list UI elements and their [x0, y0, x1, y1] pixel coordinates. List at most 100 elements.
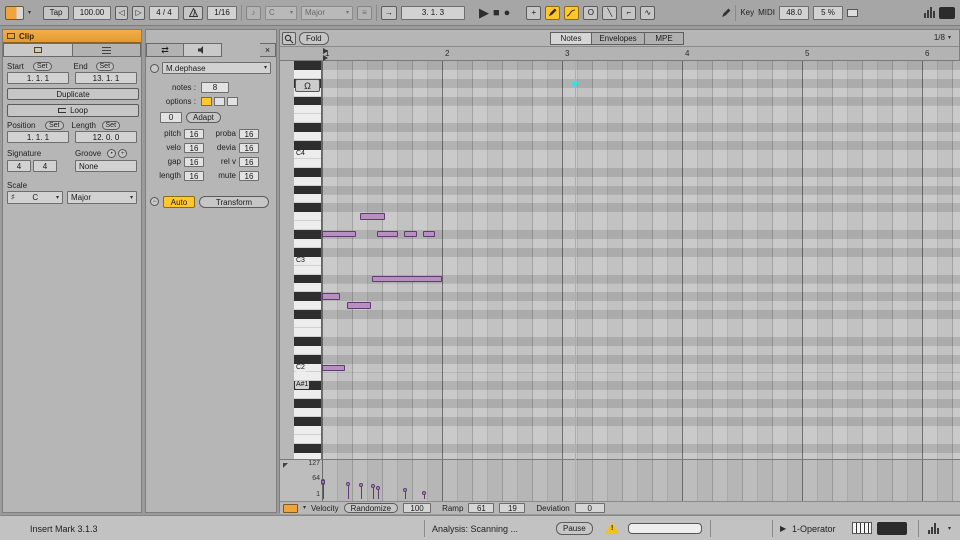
- piano-key-white[interactable]: [294, 177, 321, 186]
- note-grid[interactable]: [322, 61, 960, 459]
- grid-interval-select[interactable]: 1/8▾: [934, 33, 951, 42]
- tempo-display[interactable]: 100.00: [73, 6, 111, 20]
- clip-scale-name-select[interactable]: Major▾: [67, 191, 137, 204]
- step-shape-button[interactable]: ⌐: [621, 6, 636, 20]
- tab-device-preview[interactable]: [184, 43, 222, 57]
- sine-shape-button[interactable]: ∿: [640, 6, 655, 20]
- piano-key-white[interactable]: [294, 239, 321, 248]
- piano-key-white[interactable]: [294, 390, 321, 399]
- add-button[interactable]: +: [526, 6, 541, 20]
- device-select[interactable]: M.dephase▾: [162, 62, 271, 74]
- tab-mpe[interactable]: MPE: [644, 32, 684, 45]
- piano-key-white[interactable]: [294, 132, 321, 141]
- auto-mode-icon[interactable]: −: [150, 197, 159, 206]
- piano-key-white[interactable]: [294, 212, 321, 221]
- param-field[interactable]: 16: [184, 143, 204, 153]
- arrangement-position-display[interactable]: 3. 1. 3: [401, 6, 465, 20]
- piano-key-black[interactable]: [294, 97, 321, 106]
- transform-button[interactable]: Transform: [199, 196, 269, 208]
- ramp-to-field[interactable]: 19: [499, 503, 525, 513]
- piano-key-white[interactable]: [294, 301, 321, 310]
- piano-key-white[interactable]: [294, 266, 321, 275]
- option-checkbox-1[interactable]: [201, 97, 212, 106]
- notes-count-field[interactable]: 8: [201, 82, 229, 93]
- groove-select[interactable]: None: [75, 160, 137, 172]
- piano-key-black[interactable]: [294, 355, 321, 364]
- ramp-from-field[interactable]: 61: [468, 503, 494, 513]
- beat-time-ruler[interactable]: 123456: [280, 47, 959, 61]
- piano-key-black[interactable]: [294, 310, 321, 319]
- velocity-lane[interactable]: 127 64 1: [280, 459, 960, 501]
- clip-start-value[interactable]: 1. 1. 1: [7, 72, 69, 84]
- piano-key-white[interactable]: [294, 284, 321, 293]
- midi-note[interactable]: [372, 276, 442, 282]
- tab-device-swap[interactable]: ⇄: [146, 43, 184, 57]
- key-map-button[interactable]: Key: [740, 8, 754, 17]
- preview-play-icon[interactable]: ▶: [780, 524, 786, 533]
- piano-key-black[interactable]: [294, 141, 321, 150]
- piano-key-black[interactable]: [294, 399, 321, 408]
- midi-note[interactable]: [322, 365, 345, 371]
- tap-tempo-button[interactable]: Tap: [43, 6, 69, 20]
- piano-key-white[interactable]: [294, 346, 321, 355]
- midi-map-button[interactable]: MIDI: [758, 8, 775, 17]
- midi-note[interactable]: [423, 231, 435, 237]
- loop-button[interactable]: Loop: [7, 104, 139, 117]
- clip-panel-title[interactable]: Clip: [3, 30, 141, 43]
- duplicate-button[interactable]: Duplicate: [7, 88, 139, 100]
- velocity-marker[interactable]: [321, 480, 325, 484]
- piano-key-white[interactable]: [294, 195, 321, 204]
- pause-button[interactable]: Pause: [556, 522, 593, 535]
- midi-tools-button[interactable]: [564, 6, 579, 20]
- param-field[interactable]: 16: [239, 143, 259, 153]
- piano-key-black[interactable]: [294, 337, 321, 346]
- param-field[interactable]: 16: [239, 129, 259, 139]
- param-field[interactable]: 16: [184, 129, 204, 139]
- piano-key-white[interactable]: [294, 408, 321, 417]
- adapt-value-field[interactable]: 0: [160, 112, 182, 123]
- scale-icon[interactable]: ♪: [246, 6, 261, 20]
- signature-denominator[interactable]: 4: [33, 160, 57, 172]
- scale-name-select[interactable]: Major▾: [301, 6, 353, 20]
- piano-key-black[interactable]: [294, 186, 321, 195]
- deviation-field[interactable]: 0: [575, 503, 605, 513]
- piano-key-white[interactable]: [294, 221, 321, 230]
- chevron-down-icon[interactable]: ▾: [28, 10, 31, 16]
- midi-note[interactable]: [404, 231, 417, 237]
- play-button[interactable]: ▶: [479, 5, 489, 21]
- param-field[interactable]: 16: [184, 171, 204, 181]
- draw-indicator-icon[interactable]: [721, 6, 731, 20]
- set-start-button[interactable]: Set: [33, 62, 52, 71]
- adapt-button[interactable]: Adapt: [186, 112, 221, 123]
- nudge-down-button[interactable]: ◁: [115, 6, 128, 20]
- groove-hotswap-button[interactable]: +: [118, 149, 127, 158]
- key-root-select[interactable]: C▾: [265, 6, 297, 20]
- loop-toggle-button[interactable]: O: [583, 6, 598, 20]
- piano-key-black[interactable]: [294, 275, 321, 284]
- clip-end-value[interactable]: 13. 1. 1: [75, 72, 137, 84]
- search-button[interactable]: [282, 32, 296, 45]
- nudge-up-button[interactable]: ▷: [132, 6, 145, 20]
- piano-key-white[interactable]: [294, 106, 321, 115]
- piano-key-black[interactable]: [294, 444, 321, 453]
- lane-color-button[interactable]: [283, 504, 298, 513]
- preview-headphone-button[interactable]: Ω: [295, 79, 320, 92]
- velocity-marker[interactable]: [346, 482, 350, 486]
- record-button[interactable]: ●: [504, 7, 511, 19]
- clip-position-value[interactable]: 1. 1. 1: [7, 131, 69, 143]
- piano-key-black[interactable]: [294, 292, 321, 301]
- auto-toggle-button[interactable]: Auto: [163, 196, 195, 208]
- piano-key-black[interactable]: [294, 123, 321, 132]
- piano-key-white[interactable]: [294, 114, 321, 123]
- ramp-shape-button[interactable]: ╲: [602, 6, 617, 20]
- chevron-down-icon[interactable]: ▾: [303, 505, 306, 511]
- param-field[interactable]: 16: [239, 157, 259, 167]
- option-checkbox-3[interactable]: [227, 97, 238, 106]
- velocity-stem[interactable]: [348, 484, 349, 499]
- param-field[interactable]: 16: [184, 157, 204, 167]
- groove-commit-button[interactable]: •: [107, 149, 116, 158]
- midi-note[interactable]: [360, 213, 385, 219]
- midi-note[interactable]: [377, 231, 398, 237]
- browser-device-name[interactable]: 1-Operator: [792, 524, 836, 534]
- clip-scale-root-select[interactable]: ♯C▾: [7, 191, 63, 204]
